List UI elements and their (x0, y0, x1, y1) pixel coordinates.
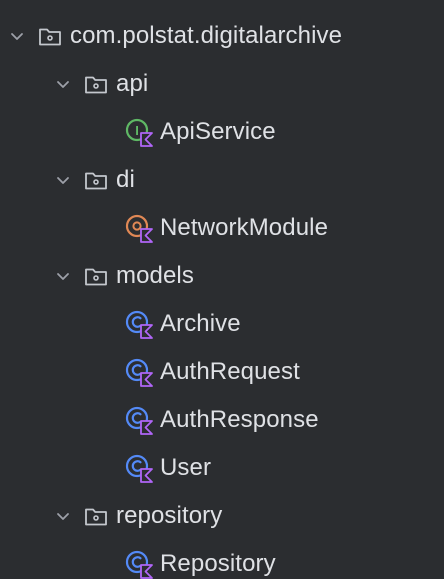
tree-node-file-apiservice[interactable]: I ApiService (0, 108, 444, 156)
class-icon (124, 549, 154, 579)
chevron-down-icon[interactable] (54, 171, 72, 189)
tree-node-label: AuthRequest (160, 358, 300, 385)
tree-node-label: Repository (160, 550, 276, 577)
tree-node-label: repository (116, 502, 223, 529)
tree-node-package-repository[interactable]: repository (0, 492, 444, 540)
object-icon (124, 213, 154, 243)
tree-node-label: com.polstat.digitalarchive (70, 22, 343, 49)
tree-node-file-authresponse[interactable]: AuthResponse (0, 396, 444, 444)
class-icon (124, 309, 154, 339)
chevron-down-icon[interactable] (54, 267, 72, 285)
class-icon (124, 357, 154, 387)
tree-node-file-networkmodule[interactable]: NetworkModule (0, 204, 444, 252)
package-folder-icon (82, 166, 110, 194)
package-folder-icon (36, 22, 64, 50)
class-icon (124, 405, 154, 435)
svg-text:I: I (135, 123, 139, 138)
tree-node-file-authrequest[interactable]: AuthRequest (0, 348, 444, 396)
tree-node-label: User (160, 454, 212, 481)
tree-node-package-models[interactable]: models (0, 252, 444, 300)
package-folder-icon (82, 262, 110, 290)
class-icon (124, 453, 154, 483)
tree-node-file-user[interactable]: User (0, 444, 444, 492)
tree-node-file-repository[interactable]: Repository (0, 540, 444, 579)
chevron-down-icon[interactable] (54, 507, 72, 525)
interface-icon: I (124, 117, 154, 147)
tree-node-label: di (116, 166, 135, 193)
tree-node-label: AuthResponse (160, 406, 319, 433)
tree-node-file-archive[interactable]: Archive (0, 300, 444, 348)
tree-node-package-di[interactable]: di (0, 156, 444, 204)
tree-node-label: NetworkModule (160, 214, 329, 241)
package-folder-icon (82, 502, 110, 530)
package-folder-icon (82, 70, 110, 98)
project-tree: com.polstat.digitalarchive api I ApiServ… (0, 0, 444, 579)
tree-node-label: ApiService (160, 118, 276, 145)
tree-node-label: api (116, 70, 149, 97)
chevron-down-icon[interactable] (8, 27, 26, 45)
chevron-down-icon[interactable] (54, 75, 72, 93)
tree-node-label: Archive (160, 310, 241, 337)
tree-node-label: models (116, 262, 194, 289)
tree-node-root[interactable]: com.polstat.digitalarchive (0, 12, 444, 60)
tree-node-package-api[interactable]: api (0, 60, 444, 108)
